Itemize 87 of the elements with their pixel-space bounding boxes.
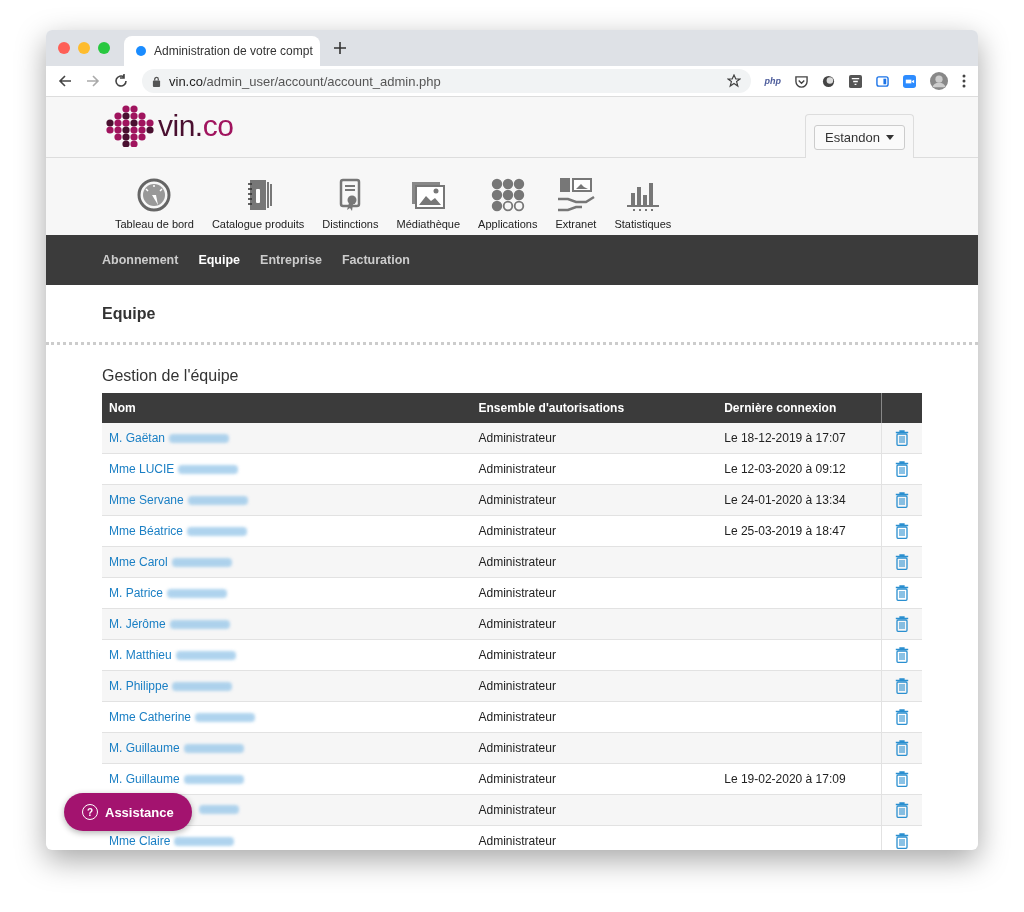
table-cell: Administrateur [478, 462, 556, 476]
circle-icon[interactable] [822, 74, 835, 88]
trash-icon[interactable] [895, 647, 909, 663]
caret-icon [886, 135, 894, 140]
member-name-link[interactable]: M. Patrice [109, 586, 163, 600]
trash-icon[interactable] [895, 492, 909, 508]
trash-icon[interactable] [895, 554, 909, 570]
member-name-link[interactable]: Mme Carol [109, 555, 168, 569]
table-cell: Administrateur [478, 772, 556, 786]
extension-icon[interactable]: php [764, 76, 781, 86]
column-header: Dernière connexion [717, 393, 882, 423]
trash-icon[interactable] [895, 771, 909, 787]
filter-icon[interactable] [849, 74, 862, 88]
trash-icon[interactable] [895, 616, 909, 632]
module-link[interactable]: Tableau de bord [106, 177, 203, 235]
trash-icon[interactable] [895, 585, 909, 601]
trash-icon[interactable] [895, 678, 909, 694]
trash-icon[interactable] [895, 740, 909, 756]
column-header: Ensemble d'autorisations [471, 393, 718, 423]
table-cell: Administrateur [478, 741, 556, 755]
member-name-link[interactable]: Mme LUCIE [109, 462, 175, 476]
member-name-link[interactable]: M. Philippe [109, 679, 169, 693]
member-name-link[interactable]: M. Jérôme [109, 617, 166, 631]
user-menu-button[interactable]: Estandon [814, 125, 905, 150]
reload-icon[interactable] [114, 74, 128, 88]
table-cell: Administrateur [478, 555, 556, 569]
table-cell: Administrateur [478, 524, 556, 538]
module-link[interactable]: Applications [469, 177, 547, 235]
favicon-icon [136, 46, 146, 56]
member-name-link[interactable]: Mme Béatrice [109, 524, 184, 538]
module-link[interactable]: Extranet [546, 177, 606, 235]
member-name-link[interactable]: Mme Claire [109, 834, 171, 848]
column-header: Nom [102, 393, 472, 423]
trash-icon[interactable] [895, 833, 909, 849]
page-title: Equipe [101, 304, 157, 324]
member-name-link[interactable]: Mme Servane [109, 493, 184, 507]
table-cell: Administrateur [478, 648, 556, 662]
table-cell: Administrateur [478, 803, 556, 817]
trash-icon[interactable] [895, 523, 909, 539]
member-name-link[interactable]: M. Gaëtan [109, 431, 166, 445]
trash-icon[interactable] [895, 430, 909, 446]
subnav-tab[interactable]: Equipe [198, 253, 241, 267]
forward-icon[interactable] [86, 74, 100, 88]
table-cell: Le 24-01-2020 à 13:34 [724, 493, 846, 507]
table-cell: Le 19-02-2020 à 17:09 [724, 772, 846, 786]
subnav-tab[interactable]: Entreprise [260, 253, 322, 267]
video-camera-icon[interactable] [903, 74, 916, 88]
subnav-tab[interactable]: Facturation [341, 253, 410, 267]
lock-icon [152, 75, 161, 87]
subnav-tab[interactable]: Abonnement [102, 253, 179, 267]
avatar-icon[interactable] [930, 72, 948, 90]
column-header [881, 393, 922, 423]
member-name-link[interactable]: M. Guillaume [109, 772, 180, 786]
member-name-link[interactable]: M. Matthieu [109, 648, 172, 662]
sidebar-extension-icon[interactable] [876, 74, 889, 88]
table-cell: Le 18-12-2019 à 17:07 [724, 431, 846, 445]
star-icon[interactable] [726, 74, 741, 88]
hand-icon [555, 177, 596, 213]
assistance-button[interactable]: ? Assistance [64, 793, 192, 831]
close-window-icon[interactable] [58, 42, 70, 54]
member-name-link[interactable]: Mme Catherine [109, 710, 192, 724]
member-name-link[interactable]: M. Guillaume [109, 741, 180, 755]
module-link[interactable]: Médiathèque [387, 177, 470, 235]
more-icon[interactable] [962, 74, 966, 88]
table-cell: Administrateur [478, 834, 556, 848]
back-icon[interactable] [58, 74, 72, 88]
module-link[interactable]: Catalogue produits [202, 177, 314, 235]
logo[interactable]: vin.co [106, 105, 234, 147]
table-cell: Administrateur [478, 586, 556, 600]
table-cell: Le 12-03-2020 à 09:12 [724, 462, 846, 476]
table-cell: Administrateur [478, 679, 556, 693]
module-link[interactable]: Distinctions [313, 177, 388, 235]
table-cell: Le 25-03-2019 à 18:47 [724, 524, 846, 538]
trash-icon[interactable] [895, 802, 909, 818]
browser-tab[interactable]: Administration de votre compt [124, 36, 320, 66]
table-cell: Administrateur [478, 431, 556, 445]
trash-icon[interactable] [895, 461, 909, 477]
table-cell: Administrateur [478, 710, 556, 724]
pocket-icon[interactable] [795, 74, 808, 88]
new-tab-icon[interactable] [334, 42, 346, 54]
section-title: Gestion de l'équipe [101, 366, 240, 386]
table-cell: Administrateur [478, 493, 556, 507]
table-cell: Administrateur [478, 617, 556, 631]
module-link[interactable]: Statistiques [605, 177, 681, 235]
grapes-icon [106, 105, 154, 147]
trash-icon[interactable] [895, 709, 909, 725]
address-bar[interactable]: vin.co/admin_user/account/account_admin.php [142, 69, 751, 93]
